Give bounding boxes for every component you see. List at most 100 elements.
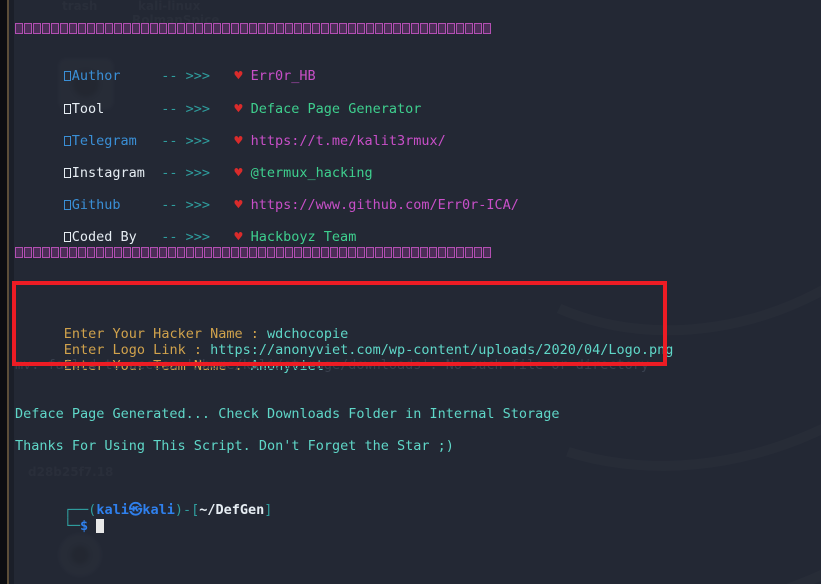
separator-glyph [456,247,464,258]
separator-glyph [447,247,455,258]
separator-glyph [285,247,293,258]
banner-label: Github [71,197,121,213]
separator-glyph [96,247,104,258]
separator-glyph [42,23,50,34]
separator-glyph [195,247,203,258]
banner-pad [121,68,162,84]
separator-glyph [87,247,95,258]
separator-glyph [105,23,113,34]
text-cursor[interactable] [96,519,105,533]
separator-glyph [141,23,149,34]
separator-glyph [357,247,365,258]
separator-glyph [159,247,167,258]
separator-glyph [429,23,437,34]
separator-glyph [231,247,239,258]
separator-glyph [240,23,248,34]
separator-glyph [339,23,347,34]
separator-glyph [114,23,122,34]
separator-glyph [78,247,86,258]
window-left-padding [9,0,14,584]
separator-glyph [339,247,347,258]
banner-pad [137,133,161,149]
tofu-icon [63,68,72,84]
separator-glyph [474,247,482,258]
separator-glyph [402,247,410,258]
separator-glyph [24,23,32,34]
banner-label: Telegram [71,133,137,149]
tofu-icon [63,165,72,181]
separator-glyph [474,23,482,34]
separator-glyph [312,23,320,34]
separator-glyph [393,247,401,258]
banner-pad [145,165,161,181]
heart-icon: ♥ [234,197,243,213]
banner-separator-bottom [15,245,492,261]
separator-glyph [366,23,374,34]
separator-glyph [465,247,473,258]
separator-glyph [87,23,95,34]
shell-prompt-line-2[interactable]: └─$ [15,502,105,550]
separator-glyph [420,23,428,34]
banner-label: Instagram [71,165,145,181]
separator-glyph [402,23,410,34]
separator-glyph [60,247,68,258]
arrow-glyph: -- >>> [161,197,210,213]
separator-glyph [303,23,311,34]
separator-glyph [312,247,320,258]
separator-glyph [123,23,131,34]
heart-icon: ♥ [234,68,243,84]
separator-glyph [330,247,338,258]
prompt-path: ~/DefGen [199,502,265,518]
heart-icon: ♥ [234,229,243,245]
separator-glyph [96,23,104,34]
separator-glyph [141,247,149,258]
tofu-icon [63,133,72,149]
banner-value-link[interactable]: https://t.me/kalit3rmux/ [251,133,446,149]
window-left-edge [0,0,7,584]
prompt-corner-bottom: └─ [63,518,81,534]
banner-pad [137,229,161,245]
separator-glyph [186,23,194,34]
separator-glyph [366,247,374,258]
separator-glyph [249,23,257,34]
separator-glyph [42,247,50,258]
separator-glyph [276,247,284,258]
separator-glyph [204,23,212,34]
arrow-glyph: -- >>> [161,133,210,149]
banner-value: Deface Page Generator [250,101,422,117]
separator-glyph [69,247,77,258]
terminal-window: trash kali-linux RolmanSpice d28b25f7.18… [0,0,821,584]
error-message: mv: failed to access '/home/kali/storage… [15,357,649,373]
prompt-close-paren: ) [174,502,183,518]
separator-glyph [114,247,122,258]
separator-glyph [132,23,140,34]
separator-glyph [465,23,473,34]
banner-pad [104,101,161,117]
separator-glyph [393,23,401,34]
separator-glyph [330,23,338,34]
separator-glyph [294,247,302,258]
separator-glyph [258,247,266,258]
separator-glyph [78,23,86,34]
separator-glyph [384,247,392,258]
separator-glyph [132,247,140,258]
separator-glyph [240,247,248,258]
separator-glyph [258,23,266,34]
separator-glyph [159,23,167,34]
tofu-icon [63,101,72,117]
thanks-message: Thanks For Using This Script. Don't Forg… [15,438,454,454]
heart-icon: ♥ [234,165,243,181]
separator-glyph [186,247,194,258]
separator-glyph [285,23,293,34]
separator-glyph [483,23,491,34]
separator-glyph [438,247,446,258]
separator-glyph [213,247,221,258]
prompt-host: kali [142,502,175,518]
banner-label: Tool [71,101,105,117]
separator-glyph [357,23,365,34]
separator-glyph [375,23,383,34]
banner-value-link[interactable]: https://www.github.com/Err0r-ICA/ [251,197,519,213]
separator-glyph [438,23,446,34]
separator-glyph [69,23,77,34]
tofu-icon [63,229,72,245]
